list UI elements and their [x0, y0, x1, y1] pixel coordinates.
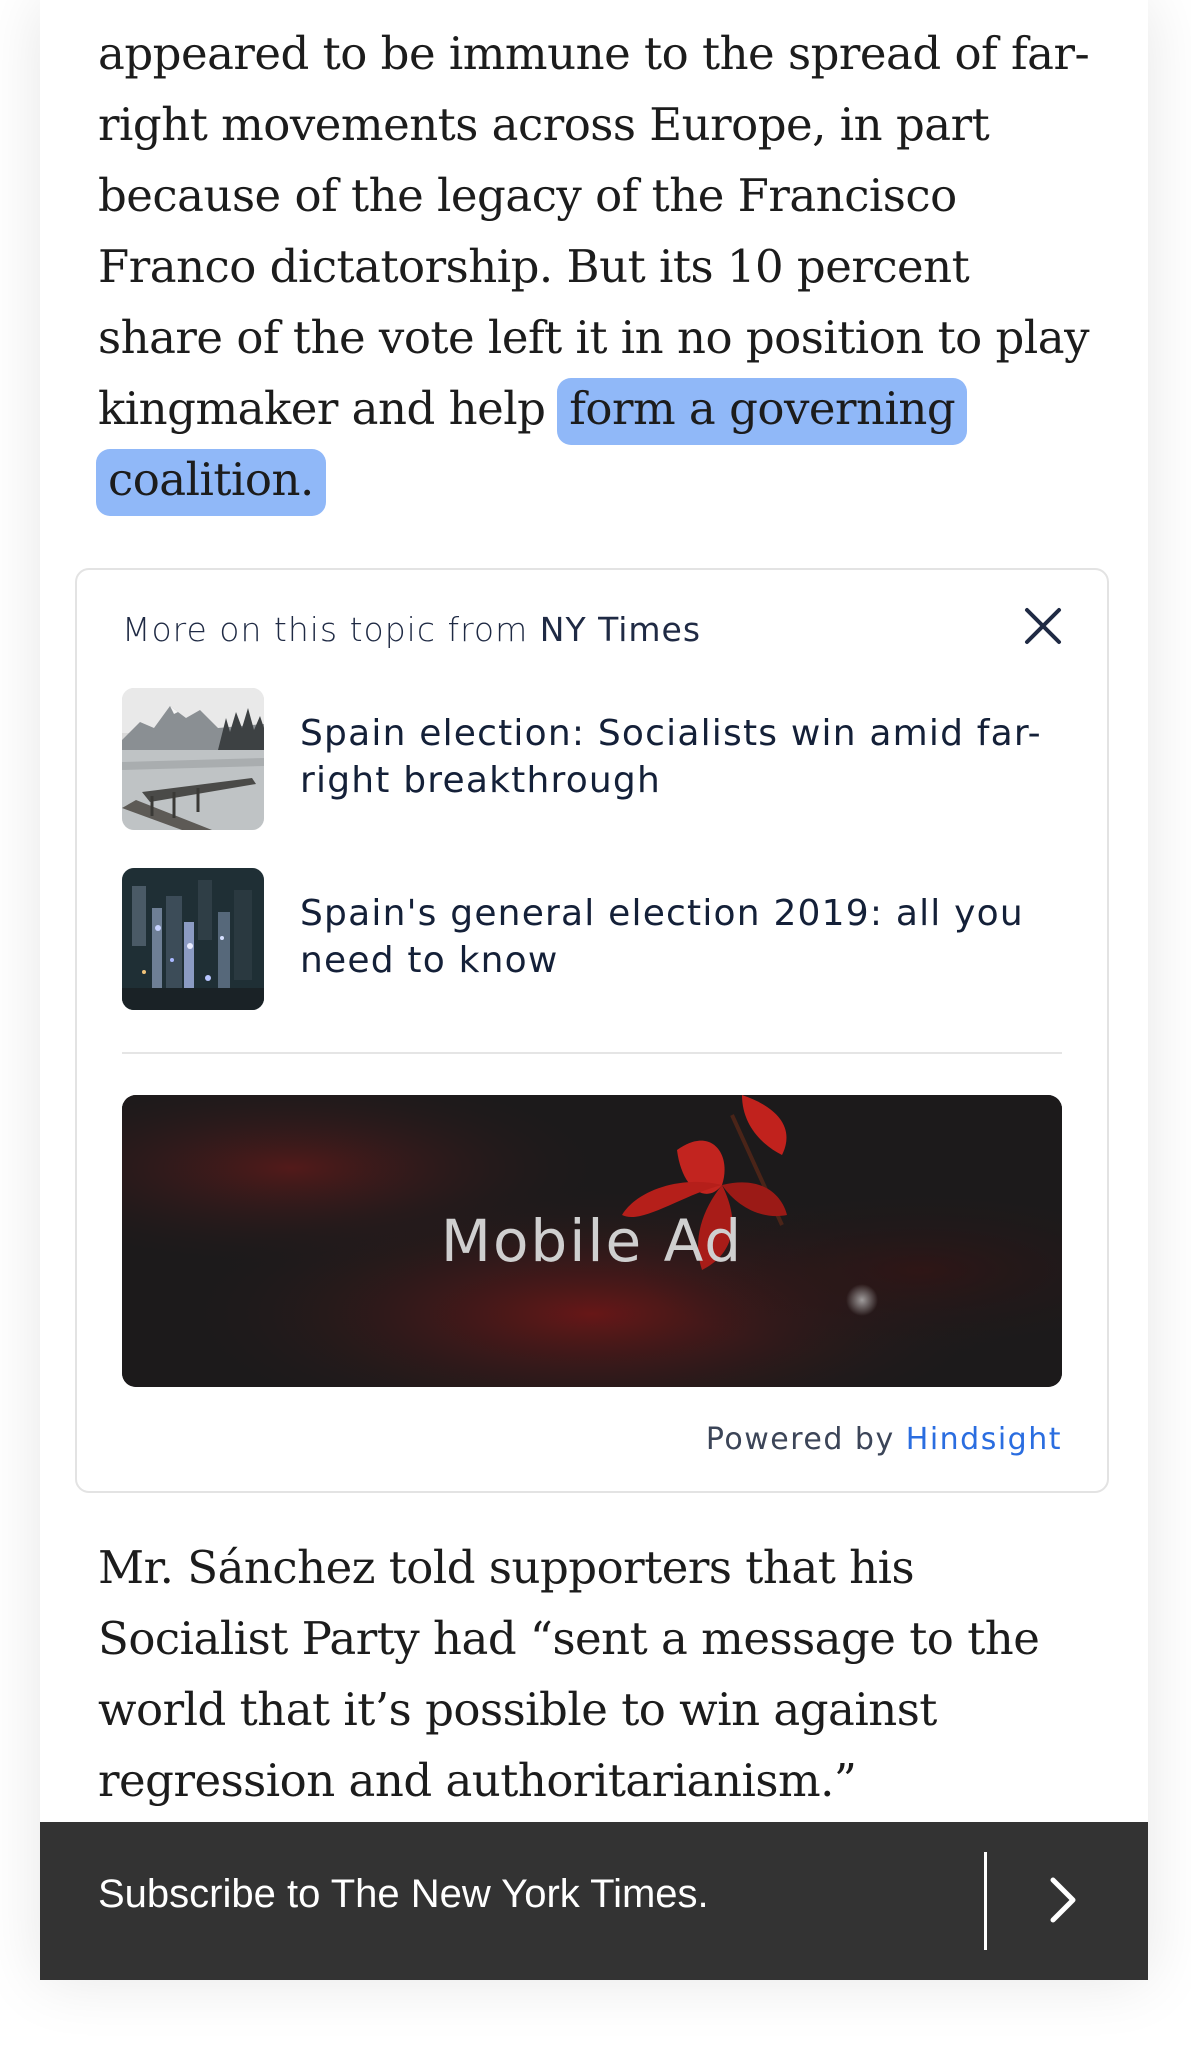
- article-text-top: appeared to be immune to the spread of f…: [98, 27, 1090, 435]
- card-divider: [122, 1052, 1062, 1054]
- related-article-item[interactable]: Spain election: Socialists win amid far-…: [122, 688, 1062, 830]
- mobile-ad-banner[interactable]: Mobile Ad: [122, 1095, 1062, 1387]
- subscribe-separator: [984, 1852, 987, 1950]
- powered-by: Powered by Hindsight: [706, 1422, 1062, 1457]
- related-article-title[interactable]: Spain election: Socialists win amid far-…: [300, 710, 1060, 804]
- card-header-source: NY Times: [539, 610, 702, 649]
- article-paragraph: appeared to be immune to the spread of f…: [96, 18, 1098, 516]
- hindsight-link[interactable]: Hindsight: [906, 1422, 1062, 1457]
- lake-mountain-thumbnail: [122, 688, 264, 830]
- mobile-ad-label: Mobile Ad: [440, 1207, 744, 1275]
- related-article-item[interactable]: Spain's general election 2019: all you n…: [122, 868, 1062, 1010]
- article-paragraph-bottom: Mr. Sánchez told supporters that his Soc…: [98, 1541, 1040, 1807]
- subscribe-bar[interactable]: Subscribe to The New York Times.: [40, 1822, 1148, 1980]
- chevron-right-icon[interactable]: [1045, 1874, 1081, 1926]
- phone-screen: appeared to be immune to the spread of f…: [40, 0, 1148, 1980]
- powered-by-prefix: Powered by: [705, 1422, 906, 1457]
- close-icon[interactable]: [1017, 600, 1069, 652]
- card-header: More on this topic from NY Times: [122, 610, 701, 649]
- related-articles-card: More on this topic from NY Times Spain e…: [75, 568, 1109, 1493]
- card-header-prefix: More on this topic from: [122, 610, 540, 649]
- subscribe-label: Subscribe to The New York Times.: [98, 1872, 709, 1916]
- night-city-thumbnail: [122, 868, 264, 1010]
- related-article-title[interactable]: Spain's general election 2019: all you n…: [300, 890, 1060, 984]
